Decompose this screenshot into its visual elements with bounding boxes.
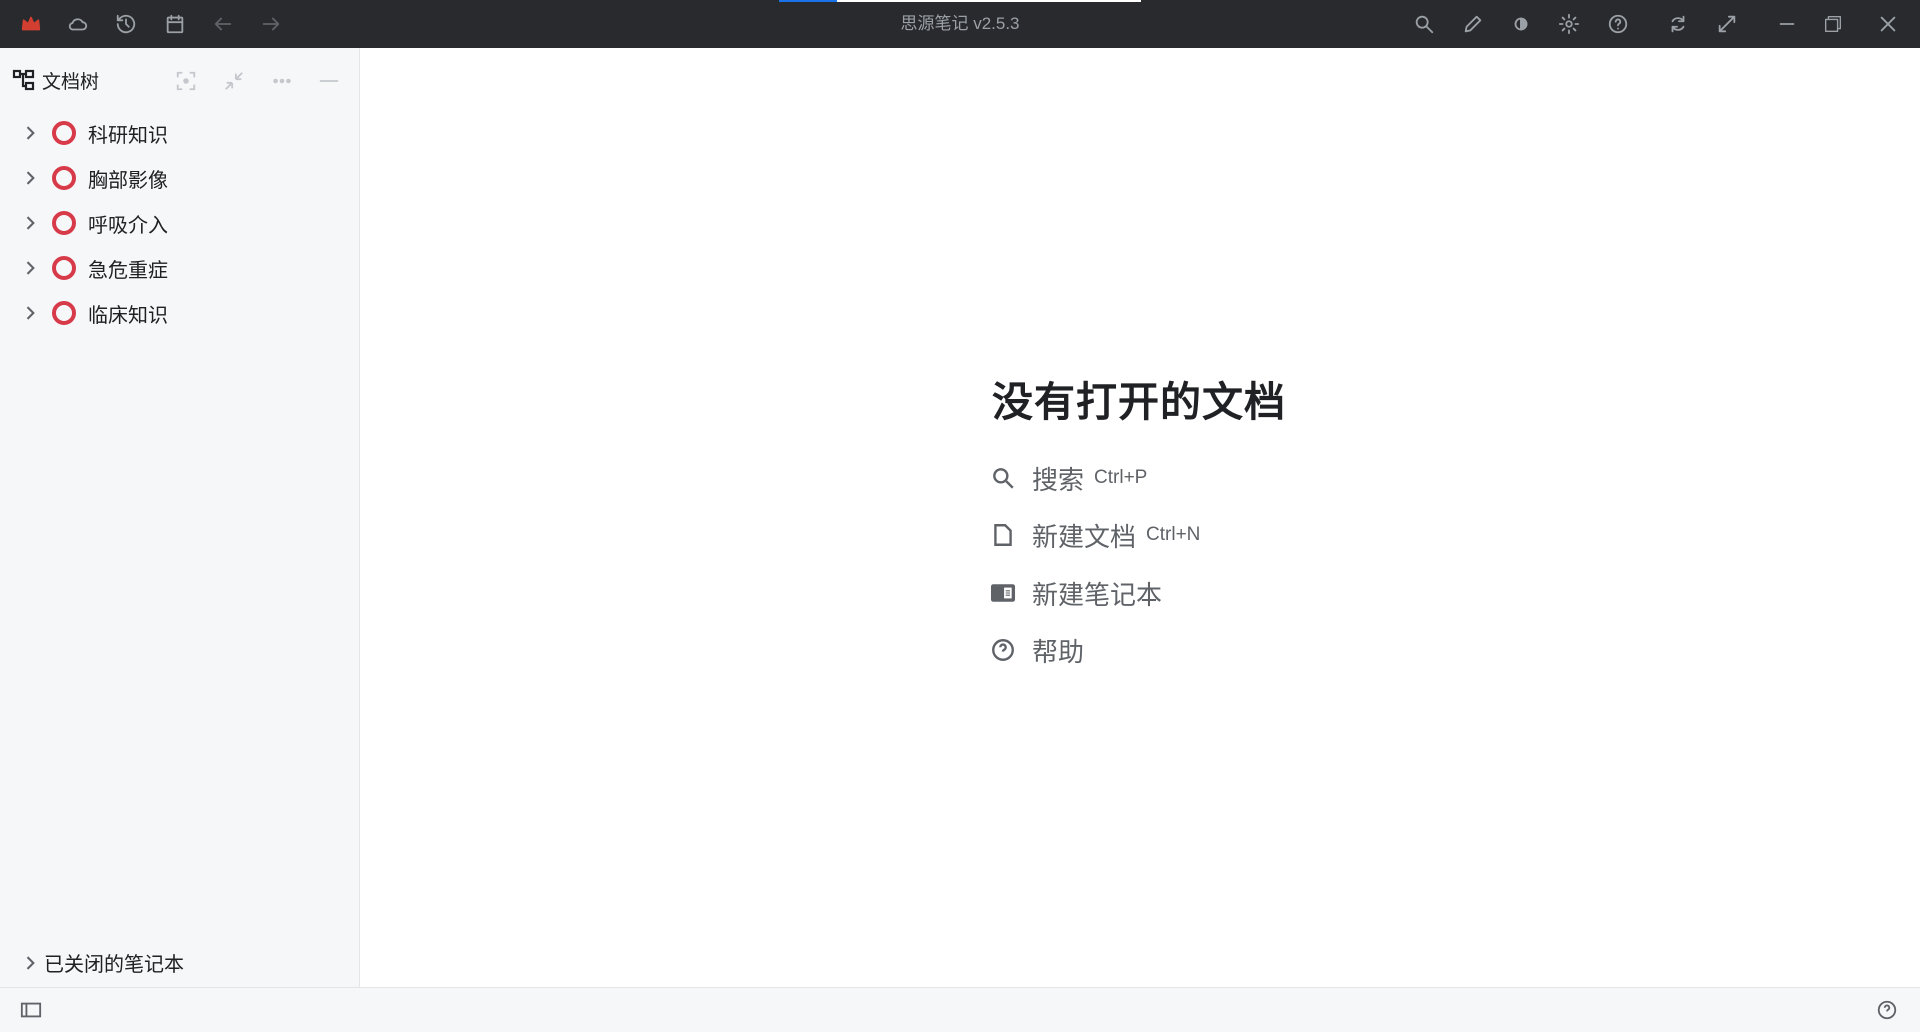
pencil-icon[interactable] bbox=[1461, 12, 1485, 36]
new-notebook-action[interactable]: 新建笔记本 bbox=[990, 573, 1162, 613]
action-label: 新建笔记本 bbox=[1032, 579, 1163, 610]
window-title: 思源笔记 v2.5.3 bbox=[900, 14, 1020, 33]
notebook-label: 科研知识 bbox=[88, 124, 168, 147]
theme-icon[interactable] bbox=[1509, 12, 1533, 36]
sync-icon[interactable] bbox=[1666, 12, 1690, 36]
action-label: 新建文档 bbox=[1032, 521, 1137, 552]
shortcut-label: Ctrl+N bbox=[1146, 524, 1201, 545]
notebook-icon bbox=[52, 166, 76, 190]
new-doc-action[interactable]: 新建文档 Ctrl+N bbox=[990, 515, 1200, 555]
minimize-icon[interactable] bbox=[1775, 12, 1799, 36]
help-icon[interactable] bbox=[1606, 12, 1630, 36]
search-action[interactable]: 搜索 Ctrl+P bbox=[990, 458, 1147, 498]
notebook-label: 胸部影像 bbox=[88, 169, 168, 192]
collapse-icon[interactable] bbox=[221, 68, 247, 94]
search-icon[interactable] bbox=[1412, 12, 1436, 36]
loading-progress bbox=[779, 0, 1141, 2]
chevron-right-icon[interactable] bbox=[20, 953, 40, 973]
history-icon[interactable] bbox=[114, 12, 138, 36]
help-action[interactable]: 帮助 bbox=[990, 630, 1084, 670]
shortcut-label: Ctrl+P bbox=[1094, 467, 1148, 488]
cloud-icon[interactable] bbox=[66, 12, 90, 36]
restore-icon[interactable] bbox=[1821, 12, 1845, 36]
chevron-right-icon[interactable] bbox=[20, 123, 40, 143]
notebook-item[interactable]: 急危重症 bbox=[20, 248, 168, 288]
close-icon[interactable] bbox=[1876, 12, 1900, 36]
forward-arrow-icon[interactable] bbox=[259, 12, 283, 36]
gear-icon[interactable] bbox=[1557, 12, 1581, 36]
closed-notebooks-label: 已关闭的笔记本 bbox=[44, 954, 184, 976]
doc-tree-title: 文档树 bbox=[42, 71, 100, 93]
more-icon[interactable] bbox=[269, 68, 295, 94]
chevron-right-icon[interactable] bbox=[20, 303, 40, 323]
closed-notebooks-toggle[interactable]: 已关闭的笔记本 bbox=[20, 948, 184, 977]
status-bar bbox=[0, 987, 1920, 1032]
help-icon bbox=[990, 637, 1016, 663]
chevron-right-icon[interactable] bbox=[20, 213, 40, 233]
notebook-icon bbox=[52, 301, 76, 325]
focus-icon[interactable] bbox=[173, 68, 199, 94]
notebook-item[interactable]: 临床知识 bbox=[20, 293, 168, 333]
help-icon[interactable] bbox=[1876, 999, 1900, 1023]
progress-fill bbox=[779, 0, 837, 2]
notebook-item[interactable]: 呼吸介入 bbox=[20, 203, 168, 243]
doc-tree-header: 文档树 bbox=[12, 66, 99, 94]
notebook-icon bbox=[990, 580, 1016, 606]
chevron-right-icon[interactable] bbox=[20, 168, 40, 188]
notebook-label: 临床知识 bbox=[88, 304, 168, 327]
chevron-right-icon[interactable] bbox=[20, 258, 40, 278]
tree-icon bbox=[12, 69, 35, 91]
notebook-icon bbox=[52, 211, 76, 235]
action-label: 帮助 bbox=[1032, 636, 1085, 667]
search-icon bbox=[990, 465, 1016, 491]
action-label: 搜索 bbox=[1032, 464, 1085, 495]
minimize-panel-icon[interactable] bbox=[316, 68, 342, 94]
notebook-icon bbox=[52, 256, 76, 280]
fullscreen-icon[interactable] bbox=[1715, 12, 1739, 36]
crown-icon[interactable] bbox=[19, 12, 43, 36]
dock-toggle-icon[interactable] bbox=[20, 999, 44, 1023]
notebook-icon bbox=[52, 121, 76, 145]
back-arrow-icon[interactable] bbox=[211, 12, 235, 36]
notebook-label: 呼吸介入 bbox=[88, 214, 168, 237]
notebook-item[interactable]: 科研知识 bbox=[20, 113, 168, 153]
doc-tree-panel: 文档树 科研知识 胸部影像 呼吸介入 急危重症 临床知识 bbox=[0, 48, 360, 987]
empty-state-title: 没有打开的文档 bbox=[992, 379, 1286, 425]
file-icon bbox=[990, 522, 1016, 548]
notebook-label: 急危重症 bbox=[88, 259, 168, 282]
title-bar: 思源笔记 v2.5.3 bbox=[0, 0, 1920, 48]
notebook-item[interactable]: 胸部影像 bbox=[20, 158, 168, 198]
calendar-icon[interactable] bbox=[163, 12, 187, 36]
